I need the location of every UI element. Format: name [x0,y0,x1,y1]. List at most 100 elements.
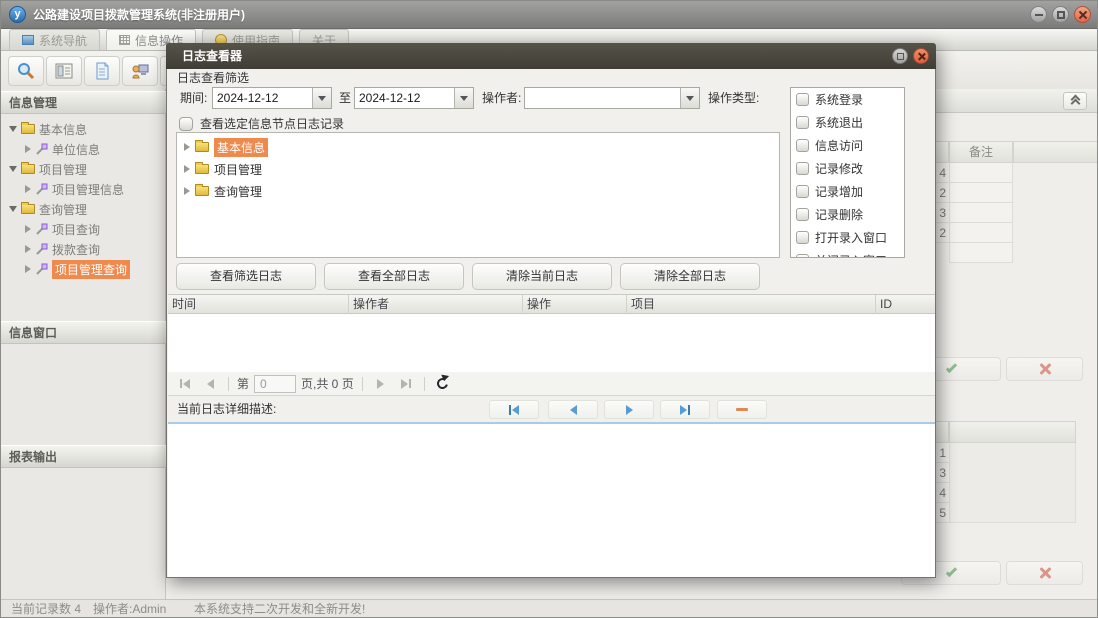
column-header-operation[interactable]: 操作 [523,295,627,314]
maximize-button[interactable] [1052,6,1069,23]
dialog-close-button[interactable] [913,48,929,64]
expand-arrow-icon[interactable] [9,126,17,132]
operation-type-listbox[interactable]: 系统登录 系统退出 信息访问 记录修改 记录增加 记录删除 打开录入窗口 关闭录… [790,87,905,258]
view-filtered-logs-button[interactable]: 查看筛选日志 [176,263,316,290]
clear-current-logs-button[interactable]: 清除当前日志 [472,263,612,290]
document-icon [92,61,112,81]
record-delete-button[interactable] [717,400,767,419]
collapsed-arrow-icon[interactable] [25,265,31,273]
record-prev-button[interactable] [548,400,598,419]
record-first-button[interactable] [489,400,539,419]
checkbox[interactable] [796,162,809,175]
sidebar-tree-item-project-mgmt-query[interactable]: 项目管理查询 [1,259,166,279]
sidebar-tree-item-project-management[interactable]: 项目管理 [1,159,166,179]
minimize-button[interactable] [1030,6,1047,23]
view-all-logs-button[interactable]: 查看全部日志 [324,263,464,290]
document-button[interactable] [84,56,120,86]
collapsed-arrow-icon[interactable] [184,187,190,195]
user-management-button[interactable] [122,56,158,86]
checkbox[interactable] [796,185,809,198]
column-header-project[interactable]: 项目 [627,295,876,314]
last-page-button[interactable] [396,375,416,393]
sidebar-tree-item-basic-info[interactable]: 基本信息 [1,119,166,139]
node-filter-row[interactable]: 查看选定信息节点日志记录 [179,115,344,132]
prev-page-button[interactable] [200,375,220,393]
log-detail-textarea[interactable] [168,422,935,577]
collapsed-arrow-icon[interactable] [25,185,31,193]
column-header-id[interactable]: ID [876,295,935,314]
log-node-tree[interactable]: 基本信息 项目管理 查询管理 [176,132,780,258]
optype-item-record-add[interactable]: 记录增加 [791,180,904,203]
tree-item-label-selected: 基本信息 [214,138,268,157]
optype-item-open-entry-window[interactable]: 打开录入窗口 [791,226,904,249]
sidebar-tree-item-unit-info[interactable]: 单位信息 [1,139,166,159]
optype-item-close-entry-window[interactable]: 关闭录入窗口 [791,249,904,258]
optype-item-info-access[interactable]: 信息访问 [791,134,904,157]
form-view-button[interactable] [46,56,82,86]
arrow-left-icon [207,379,214,389]
sidebar: 信息管理 基本信息 单位信息 项目管理 项目管理信息 查询管理 [1,89,166,599]
cancel-button[interactable] [1006,357,1083,381]
dialog-titlebar[interactable]: 日志查看器 [166,43,936,69]
optype-item-record-delete[interactable]: 记录删除 [791,203,904,226]
cancel-button[interactable] [1006,561,1083,585]
arrow-left-icon [512,405,519,415]
date-from-picker[interactable]: 2024-12-12 [212,87,332,109]
refresh-icon[interactable] [435,376,450,391]
dialog-tree-item-query-management[interactable]: 查询管理 [177,180,779,202]
dialog-tree-item-project-management[interactable]: 项目管理 [177,158,779,180]
grid1-cell [949,183,1013,203]
grid1-cell [949,203,1013,223]
dialog-tree-item-basic-info[interactable]: 基本信息 [177,136,779,158]
minimize-icon [1035,14,1043,16]
clear-all-logs-button[interactable]: 清除全部日志 [620,263,760,290]
collapsed-arrow-icon[interactable] [184,165,190,173]
dropdown-button[interactable] [312,88,331,108]
sidebar-panel-info-management[interactable]: 信息管理 [1,91,166,114]
grid1-header-remark: 备注 [949,141,1013,163]
optype-item-record-modify[interactable]: 记录修改 [791,157,904,180]
log-table-body[interactable] [168,314,935,372]
dropdown-button[interactable] [454,88,473,108]
page-number-input[interactable]: 0 [254,375,296,393]
checkbox[interactable] [796,93,809,106]
record-last-button[interactable] [660,400,710,419]
dropdown-button[interactable] [680,88,699,108]
checkbox[interactable] [796,254,809,258]
tab-system-nav[interactable]: 系统导航 [9,29,100,50]
expand-arrow-icon[interactable] [9,166,17,172]
checkbox[interactable] [796,116,809,129]
collapsed-arrow-icon[interactable] [25,225,31,233]
tree-item-label: 项目查询 [52,221,100,238]
collapsed-arrow-icon[interactable] [184,143,190,151]
dialog-body: 日志查看筛选 期间: 2024-12-12 至 2024-12-12 操作者: … [166,69,936,578]
record-next-button[interactable] [604,400,654,419]
first-page-button[interactable] [175,375,195,393]
column-header-operator[interactable]: 操作者 [349,295,523,314]
optype-item-system-login[interactable]: 系统登录 [791,88,904,111]
sidebar-panel-info-window[interactable]: 信息窗口 [1,321,166,344]
checkbox[interactable] [796,208,809,221]
operator-combobox[interactable] [524,87,700,109]
expand-arrow-icon[interactable] [9,206,17,212]
sidebar-tree-item-query-management[interactable]: 查询管理 [1,199,166,219]
checkbox[interactable] [796,231,809,244]
node-filter-checkbox[interactable] [179,117,193,131]
checkbox[interactable] [796,139,809,152]
grid2-header-empty [949,421,1076,443]
next-page-button[interactable] [371,375,391,393]
collapsed-arrow-icon[interactable] [25,245,31,253]
collapsed-arrow-icon[interactable] [25,145,31,153]
search-button[interactable] [8,56,44,86]
sidebar-tree-item-project-query[interactable]: 项目查询 [1,219,166,239]
grid-icon [119,35,130,45]
optype-item-system-logout[interactable]: 系统退出 [791,111,904,134]
date-to-picker[interactable]: 2024-12-12 [354,87,474,109]
sidebar-panel-report-output[interactable]: 报表输出 [1,445,166,468]
close-button[interactable] [1074,6,1091,23]
collapse-panel-button[interactable] [1063,92,1087,110]
sidebar-tree-item-project-mgmt-info[interactable]: 项目管理信息 [1,179,166,199]
sidebar-tree-item-funding-query[interactable]: 拨款查询 [1,239,166,259]
dialog-maximize-button[interactable] [892,48,908,64]
column-header-time[interactable]: 时间 [168,295,349,314]
